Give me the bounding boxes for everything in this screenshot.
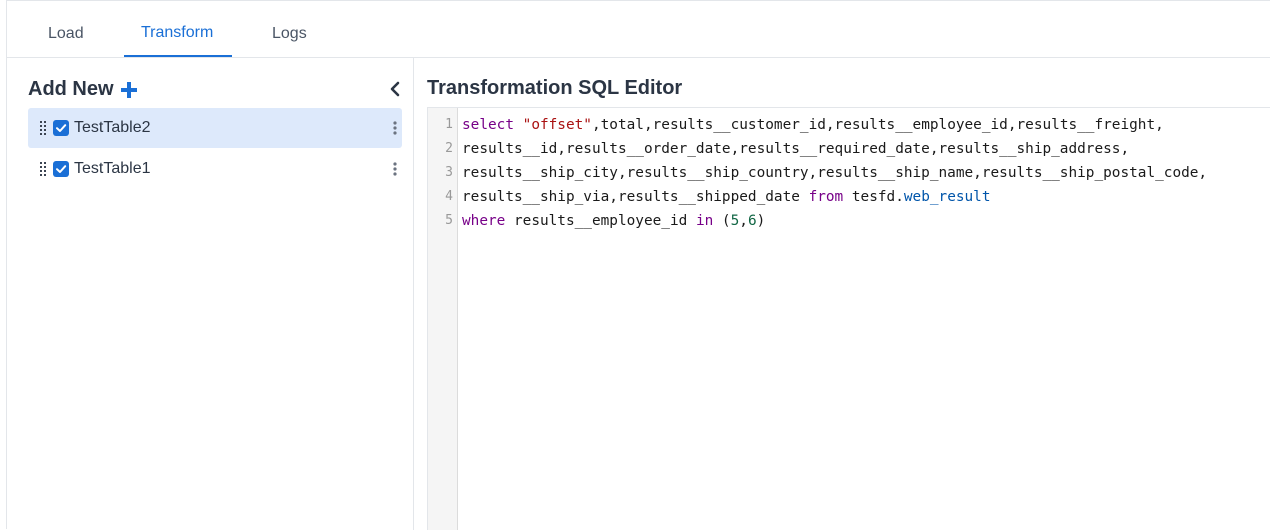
editor-title: Transformation SQL Editor: [427, 77, 683, 99]
tab-transform[interactable]: Transform: [141, 24, 213, 56]
code-line-5[interactable]: where results__employee_id in (5,6): [462, 209, 765, 233]
tab-load[interactable]: Load: [48, 25, 84, 57]
sql-keyword: where: [462, 213, 506, 229]
line-number-gutter: 1 2 3 4 5: [428, 108, 458, 530]
add-new-button[interactable]: Add New: [28, 77, 138, 101]
more-vertical-icon[interactable]: [393, 162, 397, 176]
sql-text: ): [756, 213, 766, 229]
sql-number: 6: [747, 213, 757, 229]
chevron-left-icon[interactable]: [388, 81, 402, 97]
table-item-label: TestTable1: [74, 160, 151, 177]
more-vertical-icon[interactable]: [393, 121, 397, 135]
code-line-4[interactable]: results__ship_via,results__shipped_date …: [462, 185, 991, 209]
plus-icon[interactable]: [120, 81, 138, 99]
code-line-3[interactable]: results__ship_city,results__ship_country…: [462, 161, 1207, 185]
table-item-testtable1[interactable]: TestTable1: [28, 149, 402, 189]
line-number: 1: [445, 117, 453, 132]
sql-text: results__ship_via,results__shipped_date: [462, 189, 809, 205]
code-line-2[interactable]: results__id,results__order_date,results_…: [462, 137, 1129, 161]
sql-keyword: select: [462, 117, 514, 133]
checkbox-checked-icon[interactable]: [53, 120, 69, 136]
sql-text: results__employee_id: [505, 213, 696, 229]
line-number: 5: [445, 213, 453, 228]
add-new-label: Add New: [28, 77, 114, 100]
sql-text: (: [713, 213, 731, 229]
line-number: 2: [445, 141, 453, 156]
sql-property: web_result: [903, 189, 991, 205]
tab-bar: Load Transform Logs: [7, 1, 1270, 58]
sql-text: tesfd.: [843, 189, 904, 205]
sql-keyword: from: [808, 189, 844, 205]
code-line-1[interactable]: select "offset",total,results__customer_…: [462, 113, 1164, 137]
sql-number: 5: [730, 213, 740, 229]
table-item-label: TestTable2: [74, 119, 151, 136]
sql-text: ,total,results__customer_id,results__emp…: [591, 117, 1164, 133]
checkbox-checked-icon[interactable]: [53, 161, 69, 177]
table-list-panel: Add New TestTable2 TestTable1: [7, 58, 414, 530]
line-number: 3: [445, 165, 453, 180]
active-tab-indicator: [124, 55, 232, 57]
app-frame: Load Transform Logs Add New TestTable2 T…: [6, 0, 1270, 530]
sql-editor[interactable]: 1 2 3 4 5 select "offset",total,results_…: [427, 107, 1270, 530]
sql-string: "offset": [522, 117, 592, 133]
line-number: 4: [445, 189, 453, 204]
tab-logs[interactable]: Logs: [272, 25, 307, 57]
sql-keyword: in: [695, 213, 714, 229]
drag-handle-icon[interactable]: [39, 121, 47, 135]
sql-text: ,: [739, 213, 748, 229]
table-item-testtable2[interactable]: TestTable2: [28, 108, 402, 148]
drag-handle-icon[interactable]: [39, 162, 47, 176]
